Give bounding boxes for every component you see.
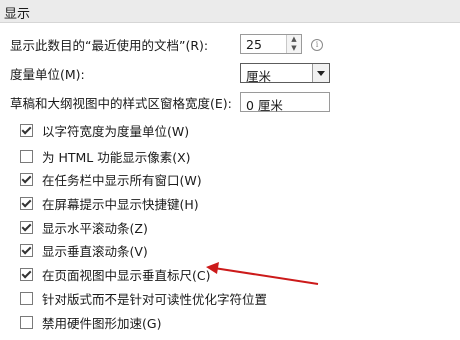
annotation-arrow — [206, 262, 319, 285]
